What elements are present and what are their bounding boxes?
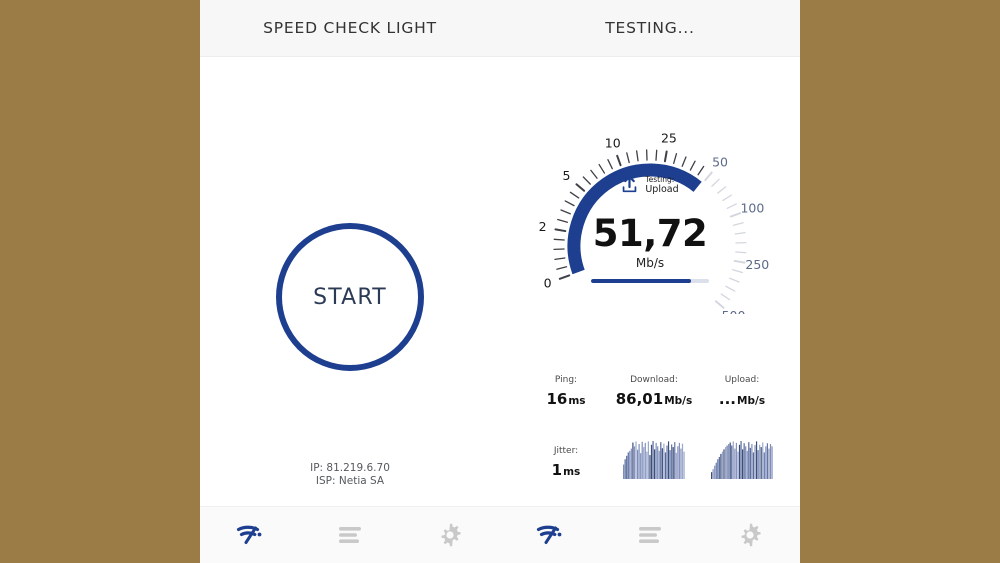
stats-row-secondary: Jitter: 1ms xyxy=(522,439,786,479)
upload-sparkline xyxy=(698,439,786,479)
stat-download-number: 86,01 xyxy=(615,390,664,408)
svg-text:500: 500 xyxy=(722,308,746,314)
nav-item-speedtest-right[interactable] xyxy=(500,507,600,563)
stats-row-primary: Ping: 16ms Download: 86,01Mb/s Upload: .… xyxy=(522,375,786,408)
pane-testing: 025102550100250500 Testing: Upload xyxy=(500,57,800,506)
gauge-active-arc xyxy=(567,163,702,275)
app-window: SPEED CHECK LIGHT TESTING... START IP: 8… xyxy=(200,0,800,563)
stat-jitter-label: Jitter: xyxy=(553,446,579,456)
svg-text:250: 250 xyxy=(745,257,769,272)
stat-jitter: Jitter: 1ms xyxy=(522,446,610,479)
gauge-svg: 025102550100250500 xyxy=(539,131,770,314)
stat-ping-number: 16 xyxy=(546,390,568,408)
header-right-cell: TESTING... xyxy=(500,0,800,56)
svg-text:10: 10 xyxy=(605,136,621,151)
stat-ping-label: Ping: xyxy=(554,375,578,385)
stat-download-label: Download: xyxy=(630,375,678,385)
isp-name-text: ISP: Netia SA xyxy=(315,475,385,487)
stat-download: Download: 86,01Mb/s xyxy=(610,375,698,408)
app-header: SPEED CHECK LIGHT TESTING... xyxy=(200,0,800,57)
start-button-wrap: START xyxy=(200,223,500,371)
svg-text:100: 100 xyxy=(740,201,764,216)
speedtest-icon xyxy=(236,525,262,544)
svg-text:5: 5 xyxy=(563,168,571,183)
gear-icon xyxy=(741,523,761,547)
gear-icon xyxy=(441,523,461,547)
start-button-label: START xyxy=(313,284,387,310)
content-area: START IP: 81.219.6.70 ISP: Netia SA 0251… xyxy=(200,57,800,506)
svg-text:0: 0 xyxy=(544,275,552,290)
svg-text:2: 2 xyxy=(539,219,547,234)
stat-download-value: 86,01Mb/s xyxy=(610,390,698,408)
nav-group-right xyxy=(500,507,800,563)
svg-text:50: 50 xyxy=(712,155,728,170)
pane-idle: START IP: 81.219.6.70 ISP: Netia SA xyxy=(200,57,500,506)
list-icon xyxy=(639,527,661,543)
stat-download-unit: Mb/s xyxy=(664,395,693,407)
ip-address-text: IP: 81.219.6.70 xyxy=(310,462,390,474)
stat-ping: Ping: 16ms xyxy=(522,375,610,408)
nav-item-history-left[interactable] xyxy=(300,507,400,563)
nav-item-settings-left[interactable] xyxy=(400,507,500,563)
speed-gauge: 025102550100250500 Testing: Upload xyxy=(515,99,785,314)
page-title-left: SPEED CHECK LIGHT xyxy=(263,19,437,37)
stat-ping-unit: ms xyxy=(568,395,586,407)
page-title-right: TESTING... xyxy=(605,19,695,37)
stat-upload: Upload: ...Mb/s xyxy=(698,375,786,408)
stat-jitter-unit: ms xyxy=(563,466,581,478)
header-left-cell: SPEED CHECK LIGHT xyxy=(200,0,500,56)
bottom-navigation xyxy=(200,506,800,563)
stat-upload-number: ... xyxy=(718,390,737,408)
stat-jitter-value: 1ms xyxy=(522,461,610,479)
download-sparkline xyxy=(610,439,698,479)
stat-upload-label: Upload: xyxy=(724,375,760,385)
results-stats: Ping: 16ms Download: 86,01Mb/s Upload: .… xyxy=(522,375,786,479)
nav-group-left xyxy=(200,507,500,563)
nav-item-history-right[interactable] xyxy=(600,507,700,563)
list-icon xyxy=(339,527,361,543)
nav-item-settings-right[interactable] xyxy=(700,507,800,563)
speedtest-icon xyxy=(536,525,562,544)
stat-ping-value: 16ms xyxy=(522,390,610,408)
start-button[interactable]: START xyxy=(276,223,424,371)
stat-jitter-number: 1 xyxy=(551,461,563,479)
stat-upload-value: ...Mb/s xyxy=(698,390,786,408)
connection-info: IP: 81.219.6.70 ISP: Netia SA xyxy=(200,462,500,488)
stat-upload-unit: Mb/s xyxy=(737,395,766,407)
nav-item-speedtest-left[interactable] xyxy=(200,507,300,563)
svg-text:25: 25 xyxy=(661,131,677,146)
